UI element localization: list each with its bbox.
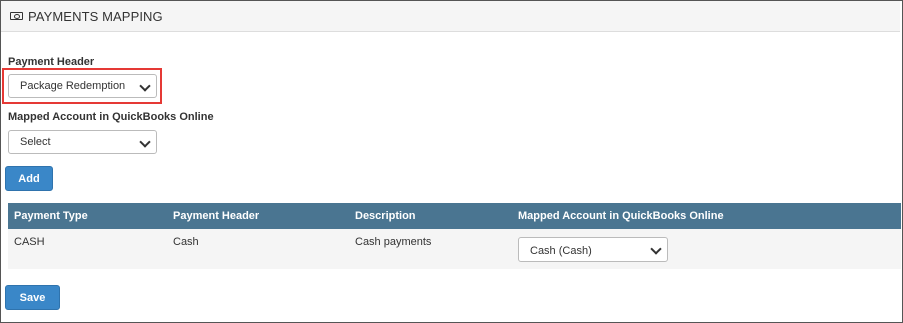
payment-header-label: Payment Header xyxy=(8,56,95,68)
mapped-account-label: Mapped Account in QuickBooks Online xyxy=(8,111,214,123)
payments-mapping-panel xyxy=(0,0,903,323)
chevron-down-icon xyxy=(650,243,662,255)
chevron-down-icon xyxy=(139,136,151,148)
add-button[interactable]: Add xyxy=(5,166,53,191)
column-header-description: Description xyxy=(355,210,416,222)
mapped-account-select[interactable]: Select xyxy=(8,130,157,154)
column-header-mapped-account: Mapped Account in QuickBooks Online xyxy=(518,210,724,222)
mapped-account-value: Select xyxy=(20,136,51,148)
panel-heading: PAYMENTS MAPPING xyxy=(1,1,900,32)
panel-title: PAYMENTS MAPPING xyxy=(28,8,163,24)
column-header-payment-type: Payment Type xyxy=(14,210,88,222)
table-row: CASH Cash Cash payments Cash (Cash) xyxy=(8,229,901,269)
payment-header-select[interactable]: Package Redemption xyxy=(8,74,157,98)
row-mapped-account-select[interactable]: Cash (Cash) xyxy=(518,237,668,262)
payment-header-value: Package Redemption xyxy=(20,80,126,92)
save-button[interactable]: Save xyxy=(5,285,60,310)
cell-payment-type: CASH xyxy=(14,236,45,248)
cell-payment-header: Cash xyxy=(173,236,199,248)
chevron-down-icon xyxy=(139,80,151,92)
cell-description: Cash payments xyxy=(355,236,432,248)
row-mapped-account-value: Cash (Cash) xyxy=(530,245,592,257)
column-header-payment-header: Payment Header xyxy=(173,210,260,222)
money-icon xyxy=(10,12,23,20)
table-header: Payment Type Payment Header Description … xyxy=(8,203,901,229)
